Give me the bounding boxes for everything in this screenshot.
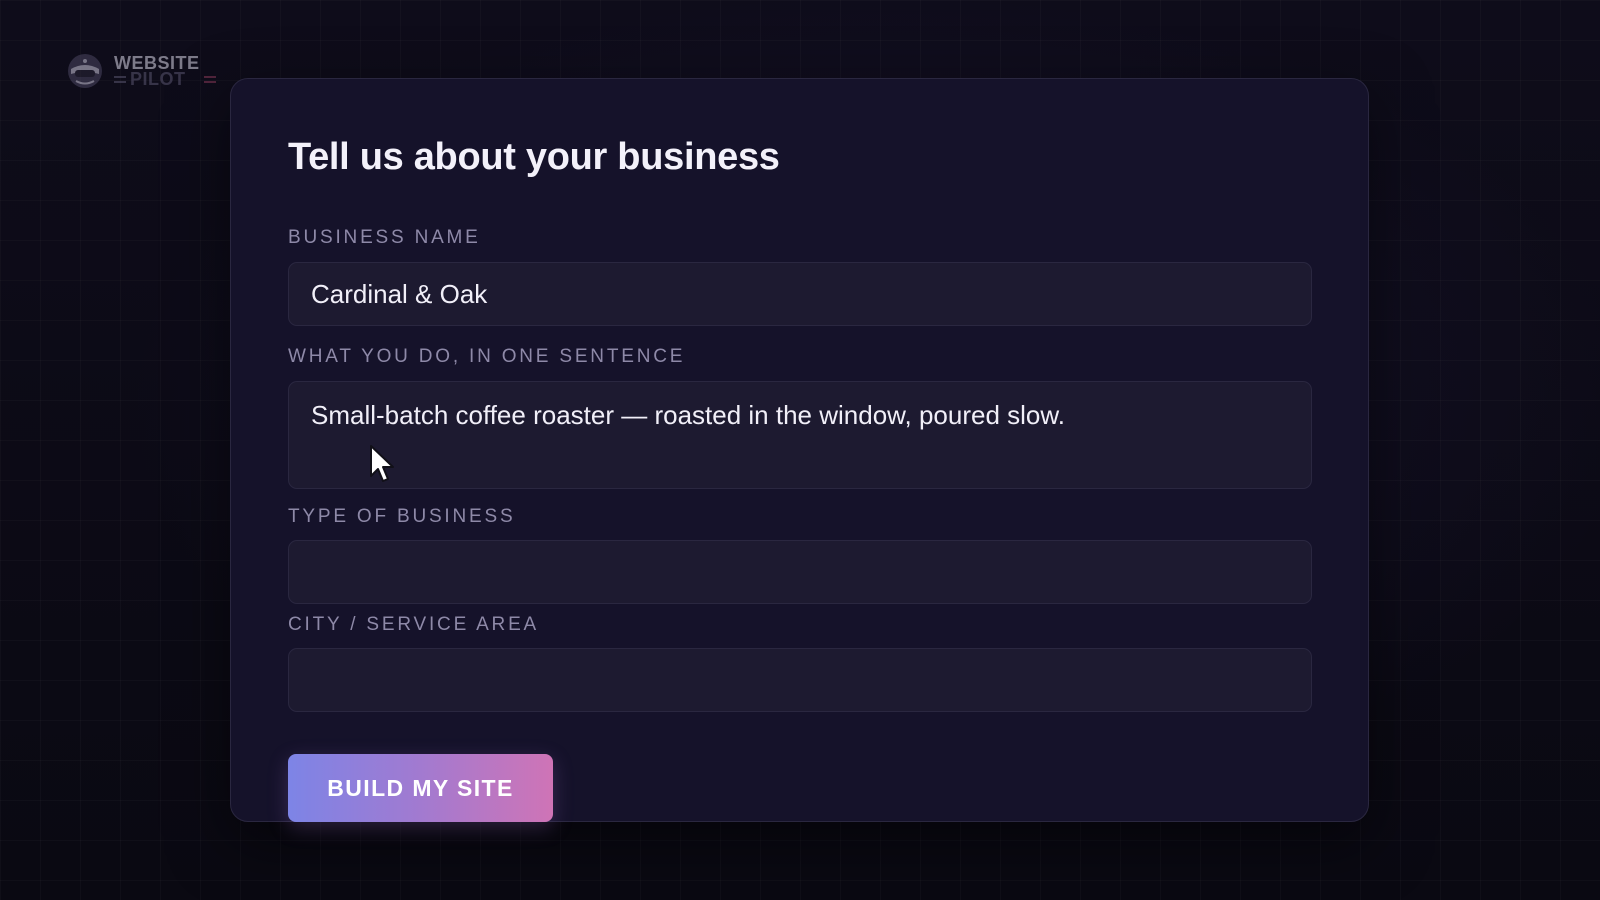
logo-word-pilot: PILOT xyxy=(114,70,215,88)
app-stage: WEBSITE PILOT Tell us about your busines… xyxy=(0,0,1600,900)
build-my-site-button[interactable]: BUILD MY SITE xyxy=(288,754,553,822)
business-type-input[interactable] xyxy=(288,540,1312,604)
business-form-card: Tell us about your business BUSINESS NAM… xyxy=(230,78,1369,822)
business-name-label: BUSINESS NAME xyxy=(288,227,481,248)
description-textarea[interactable]: Small-batch coffee roaster — roasted in … xyxy=(288,381,1312,489)
logo-wordmark: WEBSITE PILOT xyxy=(114,54,215,88)
city-service-area-label: CITY / SERVICE AREA xyxy=(288,614,540,635)
business-name-input[interactable]: Cardinal & Oak xyxy=(288,262,1312,326)
city-service-area-input[interactable] xyxy=(288,648,1312,712)
website-pilot-logo: WEBSITE PILOT xyxy=(66,52,215,90)
description-label: WHAT YOU DO, IN ONE SENTENCE xyxy=(288,346,686,367)
business-type-label: TYPE OF BUSINESS xyxy=(288,506,516,527)
pilot-helmet-icon xyxy=(68,54,102,88)
mouse-pointer-icon xyxy=(370,445,394,482)
form-title: Tell us about your business xyxy=(288,136,780,178)
